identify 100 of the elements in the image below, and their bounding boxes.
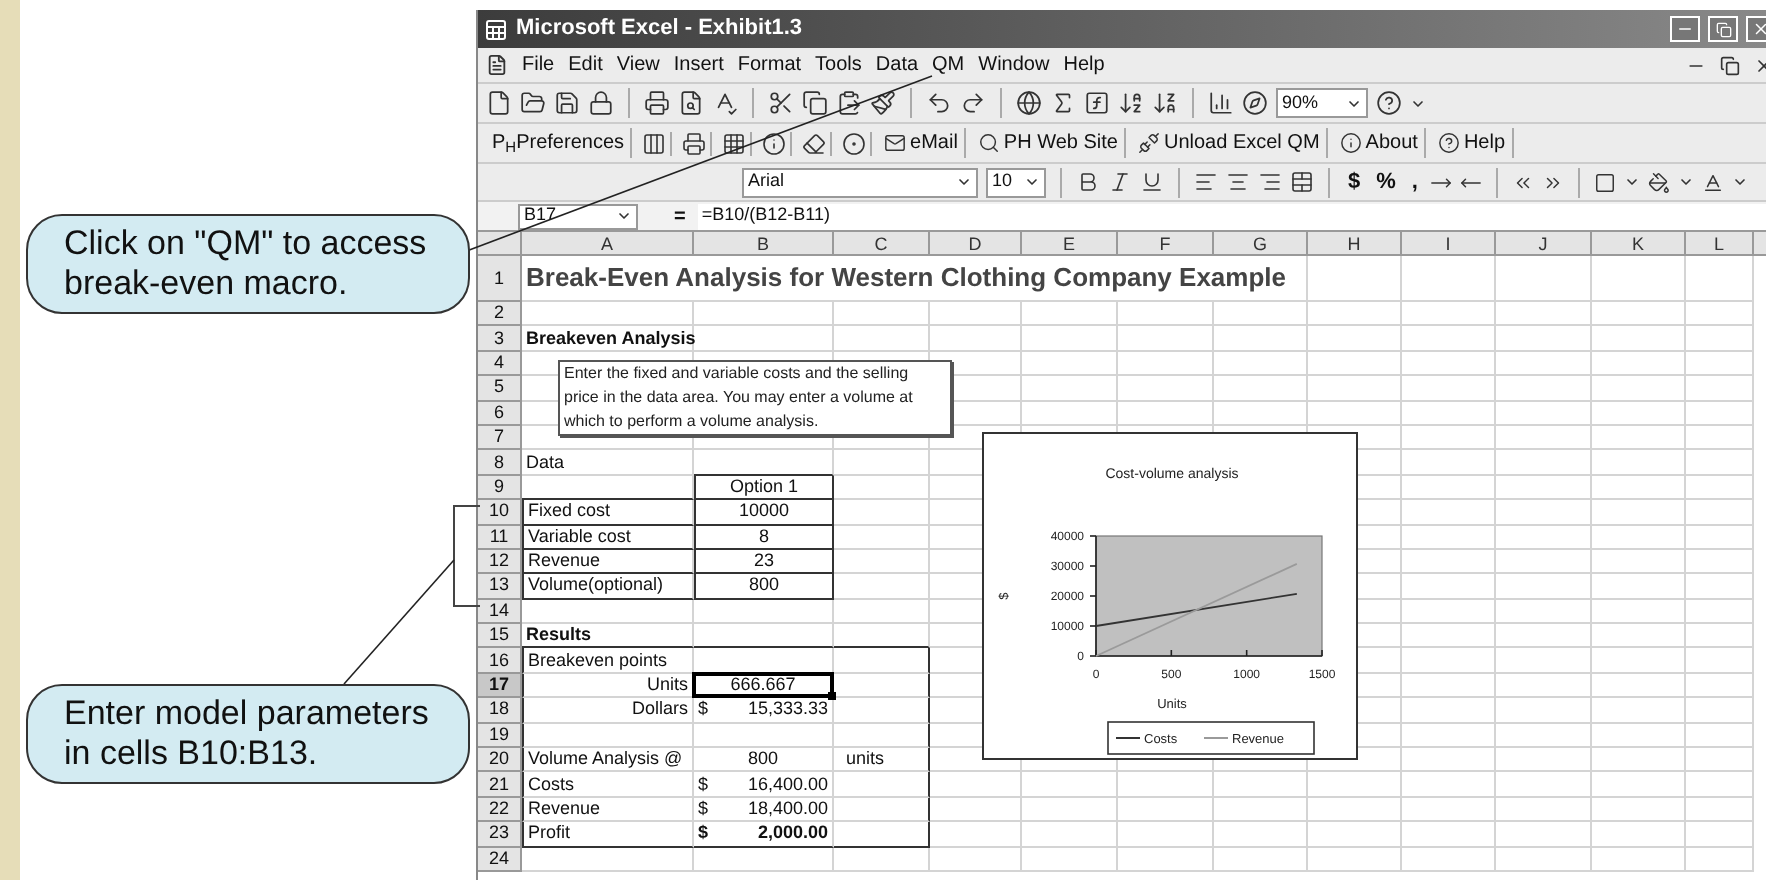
row-header[interactable]: 8 xyxy=(478,450,522,476)
spell-check-icon[interactable] xyxy=(712,90,738,116)
toolbar-button[interactable]: About xyxy=(1333,128,1426,158)
row-header[interactable]: 19 xyxy=(478,723,522,749)
caret-icon[interactable] xyxy=(956,174,972,190)
align-left-icon[interactable] xyxy=(1194,170,1218,194)
print-preview-icon[interactable] xyxy=(678,90,704,116)
toolbar-button[interactable]: eMail xyxy=(878,128,966,158)
column-header[interactable]: E xyxy=(1022,232,1118,254)
format-button[interactable]: % xyxy=(1372,165,1400,199)
folder-icon[interactable] xyxy=(520,90,546,116)
caret-icon[interactable] xyxy=(1410,95,1426,111)
workbook-icon[interactable] xyxy=(486,54,508,76)
help-icon[interactable] xyxy=(1437,132,1460,154)
italic-icon[interactable] xyxy=(1108,170,1132,194)
row-header[interactable]: 24 xyxy=(478,847,522,872)
row-header[interactable]: 4 xyxy=(478,351,522,377)
zoom-dropdown[interactable]: 90% xyxy=(1276,88,1368,118)
align-right-icon[interactable] xyxy=(1258,170,1282,194)
caret-icon[interactable] xyxy=(1024,174,1040,190)
font-dropdown[interactable]: Arial xyxy=(742,167,978,197)
row-header[interactable]: 1 xyxy=(478,256,522,302)
row-header[interactable]: 12 xyxy=(478,549,522,575)
sort-ascending-icon[interactable] xyxy=(1118,90,1144,116)
info-icon[interactable] xyxy=(762,131,787,155)
undo-icon[interactable] xyxy=(926,90,952,116)
column-header[interactable]: L xyxy=(1686,232,1754,254)
printer-icon[interactable] xyxy=(682,131,707,155)
name-box[interactable]: B17 xyxy=(518,203,638,229)
menu-item[interactable]: Tools xyxy=(815,50,862,80)
merge-cells-icon[interactable] xyxy=(1290,170,1314,194)
row-header[interactable]: 6 xyxy=(478,401,522,426)
column-header[interactable]: I xyxy=(1402,232,1496,254)
align-center-icon[interactable] xyxy=(1226,170,1250,194)
sort-descending-icon[interactable] xyxy=(1152,90,1178,116)
preferences-button[interactable]: P$_{H}$Preferences xyxy=(486,128,633,158)
minimize-button[interactable] xyxy=(1670,16,1700,42)
caret-icon[interactable] xyxy=(1623,174,1640,190)
underline-icon[interactable] xyxy=(1140,170,1164,194)
row-header[interactable]: 18 xyxy=(478,698,522,724)
row-header[interactable]: 11 xyxy=(478,525,522,550)
menu-item[interactable]: QM xyxy=(932,50,965,80)
row-header[interactable]: 17 xyxy=(478,673,522,699)
row-header[interactable]: 3 xyxy=(478,326,522,352)
restore-button[interactable] xyxy=(1708,16,1738,42)
globe-icon[interactable] xyxy=(1016,90,1042,116)
menu-item[interactable]: Help xyxy=(1063,50,1105,80)
column-header[interactable]: F xyxy=(1118,232,1214,254)
help-icon[interactable] xyxy=(1376,90,1402,116)
row-header[interactable]: 9 xyxy=(478,475,522,501)
column-header[interactable]: C xyxy=(834,232,930,254)
row-header[interactable]: 23 xyxy=(478,822,522,848)
redo-icon[interactable] xyxy=(960,90,986,116)
chart-icon[interactable] xyxy=(1208,90,1234,116)
format-button[interactable]: $ xyxy=(1344,165,1365,199)
borders-icon[interactable] xyxy=(1593,171,1616,193)
paintbrush-icon[interactable] xyxy=(870,90,896,116)
row-header[interactable]: 20 xyxy=(478,748,522,773)
grid-icon[interactable] xyxy=(722,131,747,155)
new-file-icon[interactable] xyxy=(486,90,512,116)
row-header[interactable]: 13 xyxy=(478,574,522,600)
menu-item[interactable]: File xyxy=(522,50,555,80)
row-header[interactable]: 2 xyxy=(478,302,522,327)
menu-item[interactable]: View xyxy=(616,50,660,80)
format-button[interactable]: , xyxy=(1407,165,1422,199)
restore-icon[interactable] xyxy=(1720,55,1740,75)
row-header[interactable]: 10 xyxy=(478,500,522,526)
columns-icon[interactable] xyxy=(642,131,667,155)
font-color-icon[interactable] xyxy=(1701,171,1724,193)
row-header[interactable]: 7 xyxy=(478,425,522,451)
row-header[interactable]: 14 xyxy=(478,599,522,625)
menu-item[interactable]: Insert xyxy=(673,50,724,80)
row-header[interactable]: 16 xyxy=(478,648,522,674)
paste-icon[interactable] xyxy=(836,90,862,116)
compass-icon[interactable] xyxy=(1242,90,1268,116)
menu-item[interactable]: Window xyxy=(978,50,1050,80)
column-header[interactable]: G xyxy=(1214,232,1308,254)
info-icon[interactable] xyxy=(1339,132,1362,154)
paint-bucket-icon[interactable] xyxy=(1647,171,1670,193)
caret-icon[interactable] xyxy=(1677,174,1694,190)
menu-item[interactable]: Edit xyxy=(568,50,603,80)
save-icon[interactable] xyxy=(554,90,580,116)
row-header[interactable]: 21 xyxy=(478,772,522,798)
column-header[interactable]: A xyxy=(522,232,694,254)
column-header[interactable]: H xyxy=(1308,232,1402,254)
plug-icon[interactable] xyxy=(1137,132,1160,154)
bold-icon[interactable] xyxy=(1076,170,1100,194)
function-icon[interactable] xyxy=(1084,90,1110,116)
menu-item[interactable]: Format xyxy=(737,50,802,80)
font-size-dropdown[interactable]: 10 xyxy=(986,167,1046,197)
column-header[interactable]: B xyxy=(694,232,834,254)
formula-field[interactable]: =B10/(B12-B11) xyxy=(697,203,1766,229)
eraser-icon[interactable] xyxy=(802,131,827,155)
caret-icon[interactable] xyxy=(1346,95,1362,111)
column-header[interactable]: K xyxy=(1592,232,1686,254)
row-header[interactable]: 5 xyxy=(478,376,522,402)
caret-icon[interactable] xyxy=(616,208,632,224)
copy-icon[interactable] xyxy=(802,90,828,116)
cut-icon[interactable] xyxy=(768,90,794,116)
menu-item[interactable]: Data xyxy=(875,50,919,80)
